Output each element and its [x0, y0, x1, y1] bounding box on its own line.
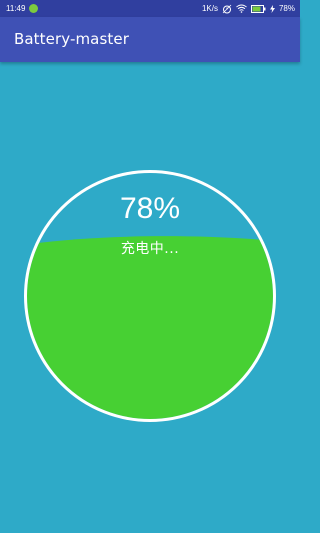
battery-gauge — [24, 170, 276, 422]
charging-status-label: 充电中... — [120, 241, 180, 257]
battery-percent-label: 78% — [119, 192, 181, 225]
battery-liquid-fill — [27, 236, 273, 419]
